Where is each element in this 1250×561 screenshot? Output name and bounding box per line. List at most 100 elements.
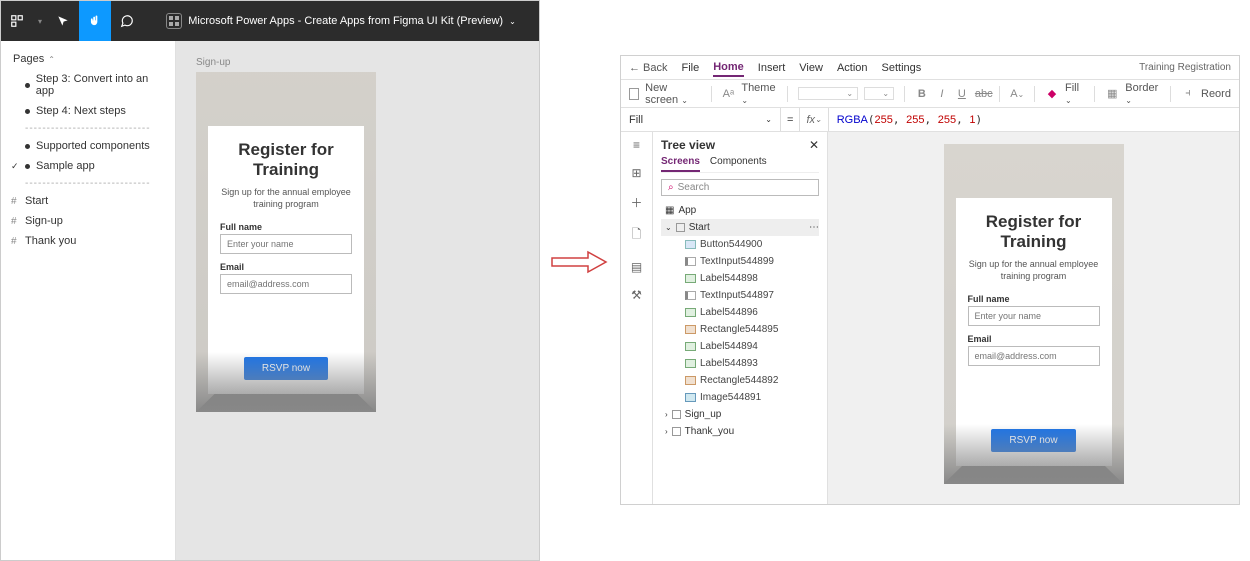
app-icon: ▦ <box>665 205 674 216</box>
fx-icon[interactable]: fx⌄ <box>800 108 828 131</box>
tree-screen-start[interactable]: ⌄Start⋯ <box>661 219 819 236</box>
fullname-input[interactable] <box>968 306 1100 326</box>
card-subtitle: Sign up for the annual employee training… <box>968 259 1100 282</box>
tree-node[interactable]: TextInput544897 <box>661 287 819 304</box>
menu-file[interactable]: File <box>681 60 699 76</box>
strike-icon[interactable]: abc <box>975 88 989 100</box>
chevron-down-icon: ⌄ <box>665 223 672 232</box>
media-icon[interactable]: ▤ <box>631 260 642 274</box>
label-icon <box>685 359 696 368</box>
tree-node[interactable]: Rectangle544895 <box>661 321 819 338</box>
hamburger-icon[interactable]: ≡ <box>633 138 640 152</box>
collapse-icon: ⌃ <box>48 55 55 64</box>
tab-screens[interactable]: Screens <box>661 156 700 172</box>
frame-label[interactable]: Sign-up <box>196 57 519 68</box>
chevron-down-icon[interactable]: ⌄ <box>509 17 516 26</box>
tree-search-input[interactable]: ⌕Search <box>661 179 819 196</box>
italic-icon[interactable]: I <box>935 88 949 100</box>
tree-node[interactable]: Rectangle544892 <box>661 372 819 389</box>
new-screen-button[interactable]: New screen ⌄ <box>645 82 700 106</box>
reorder-button[interactable]: Reord <box>1201 88 1231 100</box>
fontsize-dropdown[interactable]: ⌄ <box>864 87 894 100</box>
theme-icon: Aᵃ <box>721 88 735 100</box>
frame-item[interactable]: #Start <box>1 191 175 211</box>
tree-screen-thankyou[interactable]: ›Thank_you <box>661 423 819 440</box>
property-selector[interactable]: Fill⌄ <box>621 108 781 131</box>
comment-tool-icon[interactable] <box>111 1 143 41</box>
tree-node[interactable]: Button544900 <box>661 236 819 253</box>
page-item-active[interactable]: ✓Sample app <box>1 156 175 176</box>
menu-settings[interactable]: Settings <box>882 60 922 76</box>
page-item[interactable]: Step 3: Convert into an app <box>1 69 175 101</box>
page-item[interactable]: Step 4: Next steps <box>1 101 175 121</box>
label-icon <box>685 342 696 351</box>
insert-icon[interactable]: ＋ <box>630 194 642 211</box>
underline-icon[interactable]: U <box>955 88 969 100</box>
button-icon <box>685 240 696 249</box>
tree-node[interactable]: Image544891 <box>661 389 819 406</box>
data-icon[interactable]: 🗋 <box>632 225 642 246</box>
fill-icon[interactable]: ◆ <box>1045 87 1059 100</box>
textinput-icon <box>685 291 696 300</box>
close-icon[interactable]: ✕ <box>809 138 819 152</box>
arrow-icon <box>550 250 610 274</box>
mockup-frame[interactable]: Register forTraining Sign up for the ann… <box>196 72 376 412</box>
menu-action[interactable]: Action <box>837 60 868 76</box>
menu-insert[interactable]: Insert <box>758 60 786 76</box>
fontcolor-icon[interactable]: A⌄ <box>1010 88 1024 100</box>
formula-input[interactable]: RGBA(255, 255, 255, 1) <box>829 113 990 126</box>
image-icon <box>685 393 696 402</box>
page-item[interactable]: Supported components <box>1 136 175 156</box>
chevron-right-icon: › <box>665 410 668 419</box>
more-icon[interactable]: ⋯ <box>809 222 819 233</box>
border-icon[interactable]: ▦ <box>1105 87 1119 100</box>
pages-header[interactable]: Pages ⌃ <box>1 49 175 69</box>
tree-node[interactable]: TextInput544899 <box>661 253 819 270</box>
email-input[interactable] <box>968 346 1100 366</box>
register-card: Register forTraining Sign up for the ann… <box>956 198 1112 466</box>
tree-view-icon[interactable]: ⊞ <box>631 166 641 180</box>
theme-button[interactable]: Theme ⌄ <box>741 82 777 106</box>
figma-menu-icon[interactable] <box>1 1 33 41</box>
tools-icon[interactable]: ⚒ <box>631 288 642 302</box>
figma-file-title[interactable]: Microsoft Power Apps - Create Apps from … <box>188 15 503 27</box>
formula-bar: Fill⌄ = fx⌄ RGBA(255, 255, 255, 1) <box>621 108 1239 132</box>
fullname-input[interactable] <box>220 234 352 254</box>
rectangle-icon <box>685 325 696 334</box>
tab-components[interactable]: Components <box>710 156 767 172</box>
card-title: Register forTraining <box>968 212 1100 251</box>
back-button[interactable]: ←Back <box>629 62 667 74</box>
email-input[interactable] <box>220 274 352 294</box>
tree-node[interactable]: Label544894 <box>661 338 819 355</box>
frame-item[interactable]: #Sign-up <box>1 211 175 231</box>
fill-button[interactable]: Fill ⌄ <box>1065 82 1084 106</box>
figma-chevron-down-icon[interactable]: ▾ <box>33 1 47 41</box>
tree-app-node[interactable]: ▦App <box>661 202 819 219</box>
menu-home[interactable]: Home <box>713 59 744 77</box>
rsvp-button[interactable]: RSVP now <box>244 357 328 380</box>
rsvp-button[interactable]: RSVP now <box>991 429 1075 452</box>
pa-canvas[interactable]: Register forTraining Sign up for the ann… <box>828 132 1239 504</box>
card-title: Register forTraining <box>220 140 352 179</box>
pa-menubar: ←Back File Home Insert View Action Setti… <box>621 56 1239 80</box>
menu-view[interactable]: View <box>799 60 823 76</box>
figma-toolbar: ▾ Microsoft Power Apps - Create Apps fro… <box>1 1 539 41</box>
tree-view-panel: Tree view✕ Screens Components ⌕Search ▦A… <box>653 132 828 504</box>
font-dropdown[interactable]: ⌄ <box>798 87 858 100</box>
border-button[interactable]: Border ⌄ <box>1125 82 1160 106</box>
divider: ----------------------------- <box>1 176 175 191</box>
rectangle-icon <box>685 376 696 385</box>
figma-canvas[interactable]: Sign-up Register forTraining Sign up for… <box>176 41 539 560</box>
bold-icon[interactable]: B <box>915 88 929 100</box>
tree-screen-signup[interactable]: ›Sign_up <box>661 406 819 423</box>
screen-preview[interactable]: Register forTraining Sign up for the ann… <box>944 144 1124 484</box>
textinput-icon <box>685 257 696 266</box>
frame-item[interactable]: #Thank you <box>1 231 175 251</box>
tree-node[interactable]: Label544898 <box>661 270 819 287</box>
chevron-right-icon: › <box>665 427 668 436</box>
move-tool-icon[interactable] <box>47 1 79 41</box>
hand-tool-icon[interactable] <box>79 1 111 41</box>
reorder-icon[interactable]: ⫞ <box>1181 87 1195 100</box>
tree-node[interactable]: Label544896 <box>661 304 819 321</box>
tree-node[interactable]: Label544893 <box>661 355 819 372</box>
